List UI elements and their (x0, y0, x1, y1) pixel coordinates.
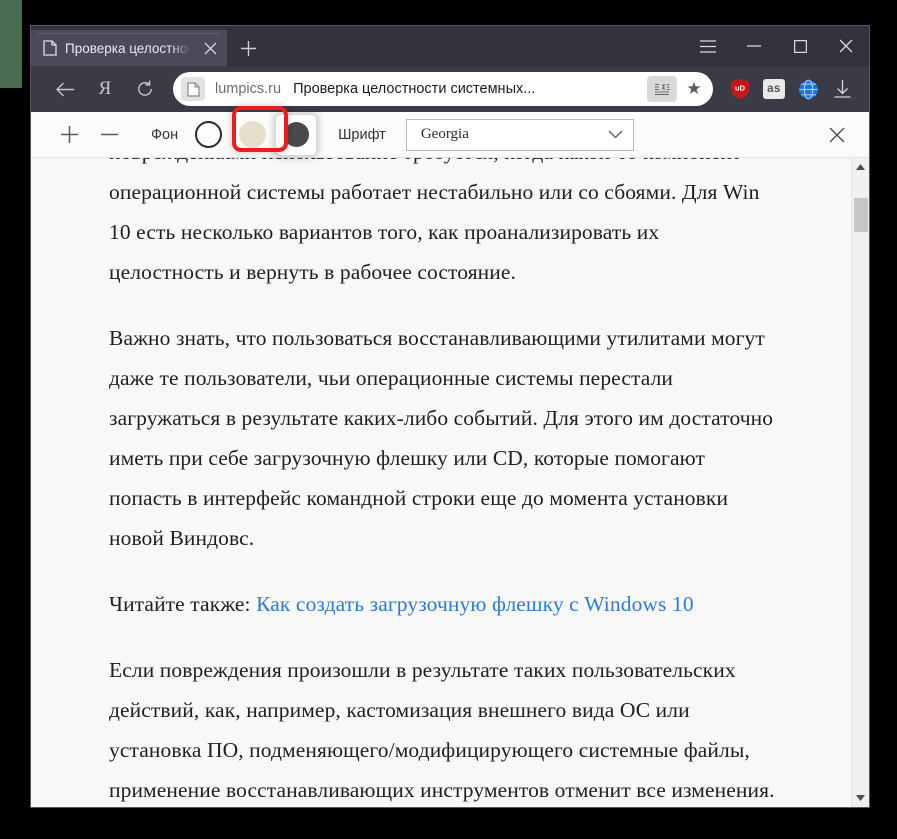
browser-tab-active[interactable]: Проверка целостности (31, 30, 227, 66)
window-close-icon[interactable] (823, 26, 869, 66)
lastfm-label: as (763, 79, 785, 99)
site-page-icon (181, 77, 205, 101)
scroll-up-arrow-icon[interactable] (852, 158, 870, 176)
new-tab-button[interactable] (227, 30, 269, 66)
navigation-toolbar: Я lumpics.ru Проверка целостности систем… (31, 66, 869, 112)
article-paragraph: Важно знать, что пользоваться восстанавл… (109, 326, 774, 550)
window-controls (685, 26, 869, 66)
decrease-font-button[interactable] (89, 118, 129, 152)
font-family-value: Georgia (420, 126, 469, 142)
minimize-icon[interactable] (731, 26, 777, 66)
yandex-home-icon[interactable]: Я (85, 72, 125, 106)
swatch-sepia (238, 121, 266, 148)
svg-text:uD: uD (735, 84, 746, 93)
ublock-origin-extension-icon[interactable]: uD (723, 72, 757, 106)
address-bar[interactable]: lumpics.ru Проверка целостности системны… (173, 72, 713, 106)
background-dark-option[interactable] (276, 114, 317, 155)
see-also-link[interactable]: Как создать загрузочную флешку с Windows… (256, 592, 694, 616)
vertical-scrollbar[interactable] (851, 158, 869, 807)
page-icon (43, 40, 57, 56)
background-sepia-option[interactable] (232, 115, 272, 155)
lastfm-extension-icon[interactable]: as (757, 72, 791, 106)
see-also-paragraph: Читайте также: Как создать загрузочную ф… (109, 584, 779, 624)
desktop-accent (0, 0, 22, 88)
star-icon[interactable]: ★ (679, 76, 709, 102)
reader-mode-icon[interactable] (647, 76, 677, 102)
font-label: Шрифт (338, 126, 386, 143)
see-also-prefix: Читайте также: (109, 592, 257, 616)
chevron-down-icon (608, 126, 623, 144)
scroll-down-arrow-icon[interactable] (852, 789, 870, 807)
swatch-white (194, 121, 222, 148)
reader-settings-toolbar: Фон Шрифт Georgia (31, 112, 869, 158)
back-arrow-icon[interactable] (45, 72, 85, 106)
increase-font-button[interactable] (49, 118, 89, 152)
article-paragraph: Если повреждения произошли в результате … (109, 658, 775, 802)
desktop-background: Проверка целостности (0, 0, 897, 839)
font-family-select[interactable]: Georgia (405, 118, 634, 151)
swatch-dark (283, 122, 309, 147)
browser-window: Проверка целостности (30, 25, 870, 808)
scrollbar-track[interactable] (852, 176, 869, 789)
background-label: Фон (151, 126, 179, 143)
address-page-title: Проверка целостности системных... (293, 81, 536, 97)
tab-close-icon[interactable] (199, 37, 221, 59)
reader-close-button[interactable] (817, 118, 857, 152)
background-white-option[interactable] (188, 115, 228, 155)
article-body: повреждениями использование требуется, к… (31, 158, 851, 807)
content-area: повреждениями использование требуется, к… (31, 158, 869, 807)
scrollbar-thumb[interactable] (854, 198, 868, 232)
reload-icon[interactable] (125, 72, 165, 106)
url-text: lumpics.ru (215, 81, 282, 97)
extensions-area: uD as (723, 72, 859, 106)
download-arrow-icon[interactable] (825, 72, 859, 106)
maximize-icon[interactable] (777, 26, 823, 66)
globe-extension-icon[interactable] (791, 72, 825, 106)
background-swatches (188, 114, 317, 155)
tab-strip: Проверка целостности (31, 26, 869, 66)
hamburger-menu-icon[interactable] (685, 26, 731, 66)
tab-title: Проверка целостности (65, 40, 191, 56)
article-paragraph: повреждениями использование требуется, к… (109, 158, 760, 284)
